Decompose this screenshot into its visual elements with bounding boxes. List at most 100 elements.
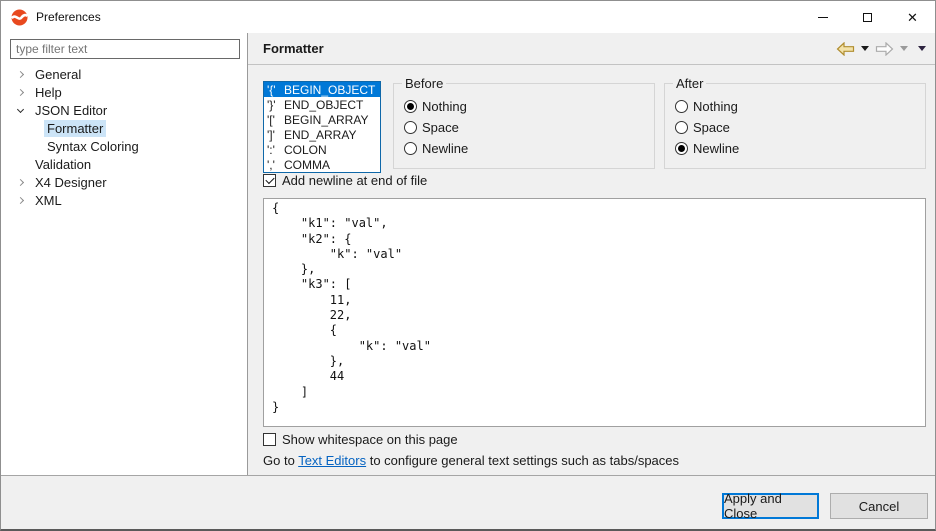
radio-icon[interactable] [675, 142, 688, 155]
filter-input[interactable] [10, 39, 240, 59]
forward-history-menu-icon[interactable] [900, 46, 908, 51]
tree-item-label: General [32, 66, 84, 83]
format-preview[interactable]: { "k1": "val", "k2": { "k": "val" }, "k3… [263, 198, 926, 427]
maximize-button[interactable] [845, 1, 890, 33]
tree-item-label: Validation [32, 156, 94, 173]
window-controls: ✕ [800, 1, 935, 33]
before-space-radio[interactable]: Space [404, 117, 654, 138]
checkbox-icon[interactable] [263, 174, 276, 187]
cancel-button[interactable]: Cancel [830, 493, 928, 519]
before-nothing-radio[interactable]: Nothing [404, 96, 654, 117]
after-nothing-radio[interactable]: Nothing [675, 96, 925, 117]
after-newline-radio[interactable]: Newline [675, 138, 925, 159]
token-item-begin-object[interactable]: '{' BEGIN_OBJECT [264, 82, 380, 97]
expand-chevron-icon[interactable] [16, 180, 32, 185]
checkbox-icon[interactable] [263, 433, 276, 446]
token-item-comma[interactable]: ',' COMMA [264, 157, 380, 172]
note-suffix: to configure general text settings such … [366, 453, 679, 468]
view-menu-icon[interactable] [918, 46, 926, 51]
token-name: COMMA [284, 158, 330, 172]
radio-label: Newline [422, 141, 468, 156]
radio-icon[interactable] [404, 142, 417, 155]
show-whitespace-checkbox[interactable]: Show whitespace on this page [263, 432, 458, 447]
after-group: After Nothing Space Newline [664, 83, 926, 169]
text-editors-link[interactable]: Text Editors [298, 453, 366, 468]
token-item-begin-array[interactable]: '[' BEGIN_ARRAY [264, 112, 380, 127]
tree-item-x4-designer[interactable]: X4 Designer [2, 173, 247, 191]
before-group-label: Before [402, 76, 446, 91]
page-header: Formatter [248, 33, 936, 65]
minimize-icon [818, 17, 828, 18]
page-navigation [836, 42, 926, 56]
radio-icon[interactable] [675, 121, 688, 134]
forward-arrow-icon[interactable] [875, 42, 894, 56]
expand-chevron-icon[interactable] [16, 198, 32, 203]
radio-label: Nothing [422, 99, 467, 114]
window-title: Preferences [36, 10, 101, 24]
token-symbol: ':' [267, 143, 284, 157]
tree-item-syntax-coloring[interactable]: Syntax Coloring [2, 137, 247, 155]
token-name: COLON [284, 143, 327, 157]
radio-icon[interactable] [675, 100, 688, 113]
back-history-menu-icon[interactable] [861, 46, 869, 51]
token-name: BEGIN_ARRAY [284, 113, 368, 127]
goto-text-editors-note: Go to Text Editors to configure general … [263, 453, 679, 468]
preview-code: { "k1": "val", "k2": { "k": "val" }, "k3… [264, 199, 925, 417]
token-symbol: ']' [267, 128, 284, 142]
token-name: END_ARRAY [284, 128, 356, 142]
expand-chevron-icon[interactable] [16, 72, 32, 77]
token-symbol: '{' [267, 83, 284, 97]
note-prefix: Go to [263, 453, 298, 468]
after-group-label: After [673, 76, 706, 91]
title-bar: Preferences ✕ [1, 1, 935, 33]
close-button[interactable]: ✕ [890, 1, 935, 33]
maximize-icon [863, 13, 872, 22]
back-arrow-icon[interactable] [836, 42, 855, 56]
preferences-dialog: Preferences ✕ General Help JSON Editor [0, 0, 936, 531]
formatter-page: Formatter '{' BEGIN_OBJECT '}' E [248, 33, 936, 476]
radio-label: Space [422, 120, 459, 135]
radio-icon[interactable] [404, 121, 417, 134]
radio-label: Nothing [693, 99, 738, 114]
before-group: Before Nothing Space Newline [393, 83, 655, 169]
checkbox-label: Show whitespace on this page [282, 432, 458, 447]
radio-label: Newline [693, 141, 739, 156]
token-symbol: '}' [267, 98, 284, 112]
tree-item-label: XML [32, 192, 65, 209]
close-icon: ✕ [907, 11, 918, 24]
collapse-chevron-icon[interactable] [16, 109, 32, 112]
preferences-sidebar: General Help JSON Editor Formatter Synta… [2, 33, 248, 476]
token-name: BEGIN_OBJECT [284, 83, 375, 97]
token-item-end-array[interactable]: ']' END_ARRAY [264, 127, 380, 142]
token-name: END_OBJECT [284, 98, 363, 112]
tree-item-help[interactable]: Help [2, 83, 247, 101]
token-symbol: '[' [267, 113, 284, 127]
tree-item-formatter[interactable]: Formatter [2, 119, 247, 137]
radio-label: Space [693, 120, 730, 135]
tree-item-validation[interactable]: Validation [2, 155, 247, 173]
tree-item-label: Formatter [44, 120, 106, 137]
checkbox-label: Add newline at end of file [282, 173, 427, 188]
tree-item-label: JSON Editor [32, 102, 110, 119]
minimize-button[interactable] [800, 1, 845, 33]
expand-chevron-icon[interactable] [16, 90, 32, 95]
apply-and-close-button[interactable]: Apply and Close [722, 493, 819, 519]
tree-item-json-editor[interactable]: JSON Editor [2, 101, 247, 119]
token-list[interactable]: '{' BEGIN_OBJECT '}' END_OBJECT '[' BEGI… [263, 81, 381, 173]
radio-icon[interactable] [404, 100, 417, 113]
app-icon [11, 9, 28, 26]
tree-item-general[interactable]: General [2, 65, 247, 83]
dialog-button-bar: Apply and Close Cancel [1, 475, 935, 529]
token-symbol: ',' [267, 158, 284, 172]
add-newline-checkbox[interactable]: Add newline at end of file [263, 173, 427, 188]
tree-item-xml[interactable]: XML [2, 191, 247, 209]
tree-item-label: Help [32, 84, 65, 101]
tree-item-label: Syntax Coloring [44, 138, 142, 155]
token-item-end-object[interactable]: '}' END_OBJECT [264, 97, 380, 112]
page-title: Formatter [263, 41, 324, 56]
preferences-tree: General Help JSON Editor Formatter Synta… [2, 65, 247, 209]
before-newline-radio[interactable]: Newline [404, 138, 654, 159]
tree-item-label: X4 Designer [32, 174, 110, 191]
token-item-colon[interactable]: ':' COLON [264, 142, 380, 157]
after-space-radio[interactable]: Space [675, 117, 925, 138]
